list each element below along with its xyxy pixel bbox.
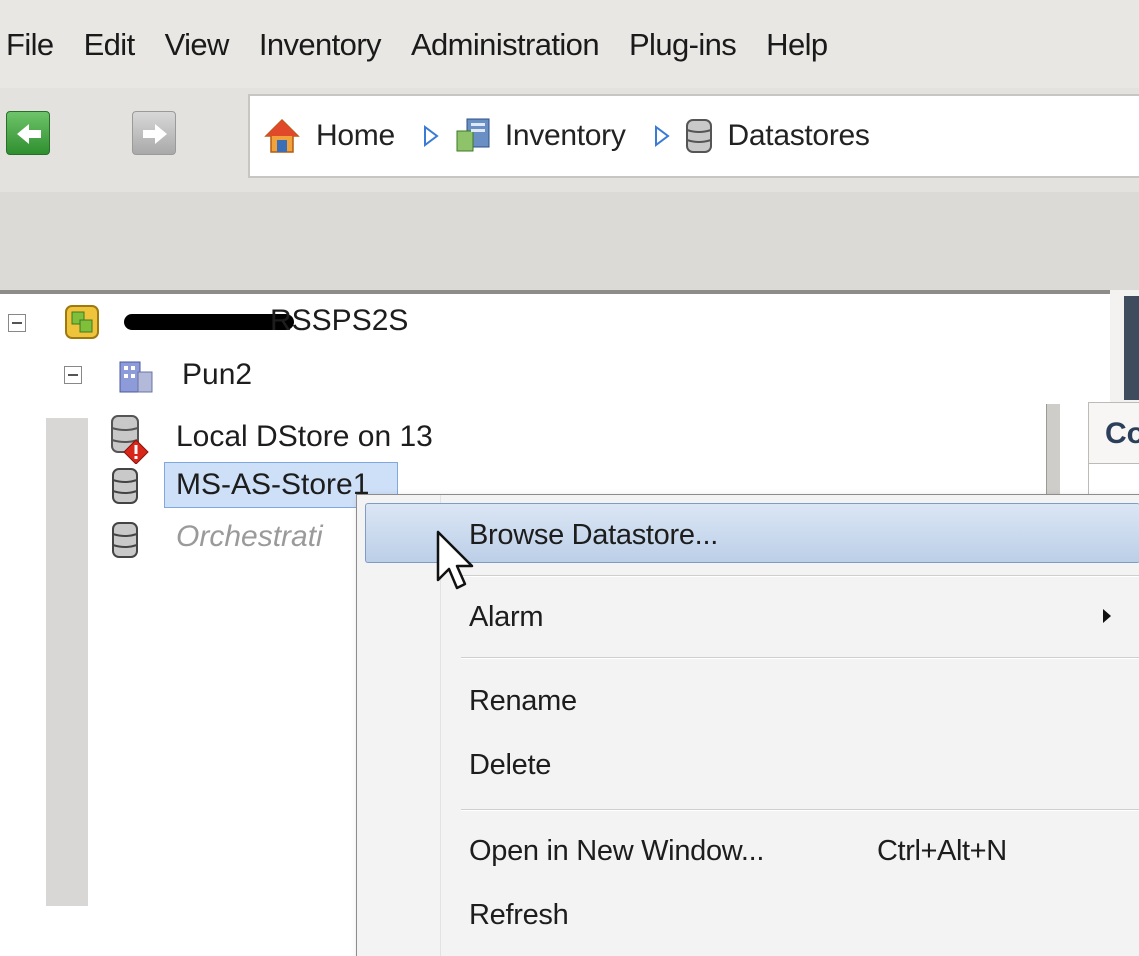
menu-inventory[interactable]: Inventory	[259, 27, 382, 63]
tree-datastore-ms-as-store1-label[interactable]: MS-AS-Store1	[176, 468, 369, 502]
back-button[interactable]	[6, 111, 50, 155]
breadcrumb-home[interactable]: Home	[262, 116, 395, 156]
menu-item-alarm[interactable]: Alarm	[469, 601, 544, 634]
breadcrumb-separator-icon	[423, 125, 439, 147]
tree-gutter	[46, 418, 88, 906]
menu-item-shortcut: Ctrl+Alt+N	[877, 835, 1007, 867]
collapse-root-toggle[interactable]	[8, 314, 26, 332]
menu-edit[interactable]: Edit	[84, 27, 136, 63]
breadcrumb-datastores[interactable]: Datastores	[684, 116, 870, 156]
details-tab-label: Co	[1105, 417, 1139, 450]
breadcrumb-datastores-label: Datastores	[727, 119, 870, 152]
home-icon	[264, 118, 300, 153]
breadcrumb-home-label: Home	[316, 119, 395, 152]
breadcrumb: Home Inventory Datastores	[248, 94, 1139, 178]
menu-separator	[461, 575, 1139, 577]
submenu-arrow-icon	[1103, 609, 1111, 623]
context-menu-gutter	[357, 495, 441, 956]
tree-datacenter-label[interactable]: Pun2	[182, 358, 252, 392]
mouse-pointer-icon	[436, 530, 474, 590]
tree-datastore-orchestration-label[interactable]: Orchestrati	[176, 520, 323, 554]
datastore-icon	[112, 522, 138, 558]
menu-separator	[461, 657, 1139, 659]
datastore-icon	[112, 468, 138, 504]
inventory-icon	[456, 118, 490, 152]
datastore-alert-icon	[111, 415, 149, 464]
breadcrumb-inventory[interactable]: Inventory	[453, 117, 626, 155]
menu-item-open-new-window[interactable]: Open in New Window...	[469, 835, 764, 868]
details-panel-header	[1124, 296, 1139, 400]
menu-item-delete[interactable]: Delete	[469, 749, 551, 782]
datastore-icon	[685, 119, 712, 153]
menu-item-rename[interactable]: Rename	[469, 685, 577, 718]
back-arrow-icon	[17, 124, 41, 144]
menu-help[interactable]: Help	[766, 27, 828, 63]
tree-datastore-local-label[interactable]: Local DStore on 13	[176, 420, 433, 454]
menu-administration[interactable]: Administration	[411, 27, 600, 63]
menu-file[interactable]: File	[6, 27, 54, 63]
menu-item-refresh[interactable]: Refresh	[469, 899, 569, 932]
menu-separator	[461, 809, 1139, 811]
vcenter-icon	[65, 305, 99, 339]
details-tab[interactable]: Co	[1088, 402, 1139, 464]
panel-splitter[interactable]	[1046, 404, 1060, 504]
datacenter-icon	[119, 361, 153, 393]
toolbar-strip	[0, 192, 1139, 290]
forward-arrow-icon	[143, 124, 167, 144]
breadcrumb-inventory-label: Inventory	[504, 119, 626, 152]
menu-bar: File Edit View Inventory Administration …	[0, 0, 1139, 88]
forward-button[interactable]	[132, 111, 176, 155]
breadcrumb-separator-icon	[654, 125, 670, 147]
menu-item-browse-datastore[interactable]: Browse Datastore...	[469, 519, 718, 552]
menu-plug-ins[interactable]: Plug-ins	[629, 27, 737, 63]
menu-view[interactable]: View	[165, 27, 230, 63]
redacted-text	[124, 314, 294, 330]
collapse-datacenter-toggle[interactable]	[64, 366, 82, 384]
tree-root-label[interactable]: RSSPS2S	[270, 304, 408, 338]
